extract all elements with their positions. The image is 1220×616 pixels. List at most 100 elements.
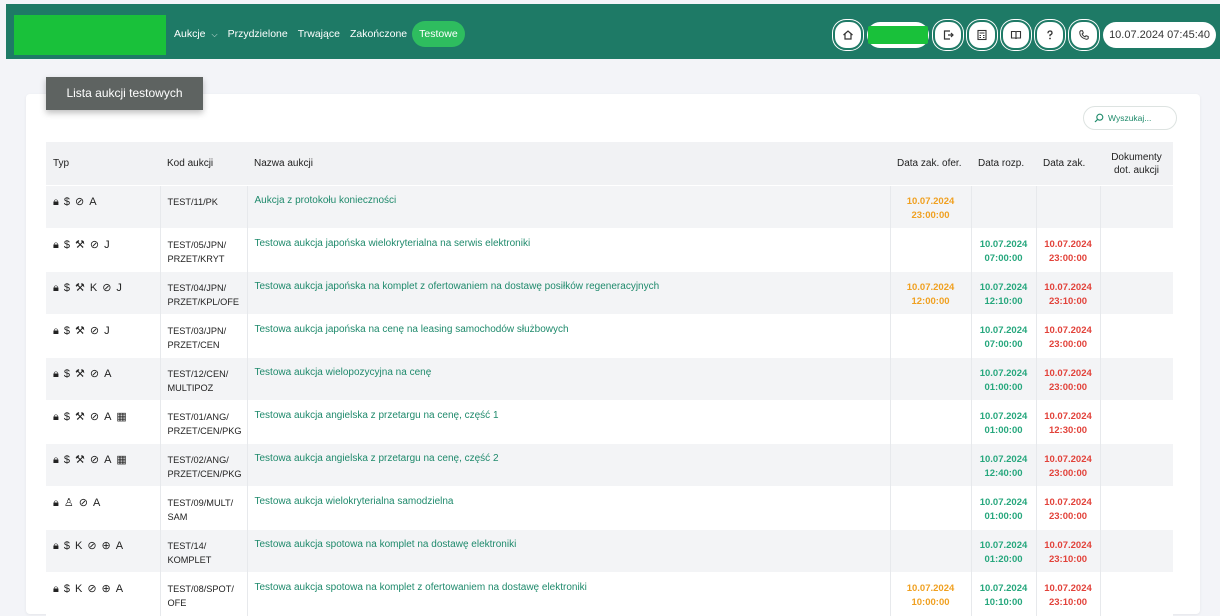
table-row[interactable]: 🔒︎ $ ⚒ ⊘ A ▦ TEST/02/ANG/ PRZET/CEN/PKG Testowa… [46, 443, 1173, 487]
cell-documents [1099, 486, 1173, 530]
home-button[interactable] [833, 20, 864, 50]
dollar-icon: $ [63, 411, 72, 423]
eye-off-icon: ⊘ [78, 497, 90, 509]
table-row[interactable]: 🔒︎ $ ⚒ ⊘ J TEST/05/JPN/ PRZET/KRYT Testowa auk… [46, 228, 1173, 272]
letter-a-icon: A [92, 497, 103, 509]
nav-zakonczone[interactable]: Zakończone [345, 21, 412, 47]
cell-end: 10.07.2024 23:00:00 [1035, 486, 1100, 530]
auction-name-link[interactable]: Testowa aukcja angielska z przetargu na … [255, 453, 499, 464]
cell-name: Testowa aukcja spotowa na komplet z ofer… [246, 572, 890, 616]
cell-documents [1099, 314, 1173, 358]
phone-button[interactable] [1069, 20, 1100, 50]
dollar-icon: $ [63, 368, 72, 380]
auction-code: TEST/09/MULT/ SAM [167, 498, 234, 522]
nav-trwajace[interactable]: Trwające [293, 21, 345, 47]
cell-type: 🔒︎ $ K ⊘ ⊕ A [46, 572, 160, 616]
cell-start-value: 10.07.2024 12:40:00 [979, 454, 1028, 479]
cell-code: TEST/09/MULT/ SAM [159, 486, 247, 530]
type-icons: 🔒︎ $ K ⊘ ⊕ A [53, 539, 153, 553]
cell-end-value: 10.07.2024 23:10:00 [1044, 282, 1092, 307]
nav-aukcje[interactable]: Aukcje ⌵ [169, 21, 223, 47]
auction-name-link[interactable]: Testowa aukcja japońska wielokryterialna… [255, 238, 531, 249]
cell-type: 🔒︎ $ ⚒ ⊘ A ▦ [46, 400, 160, 444]
search-placeholder: Wyszukaj... [1108, 113, 1152, 123]
cell-documents [1099, 357, 1173, 401]
col-header-type[interactable]: Typ [46, 142, 160, 186]
cell-end: 10.07.2024 23:00:00 [1035, 228, 1100, 272]
col-header-end[interactable]: Data zak. [1036, 142, 1100, 186]
cell-offer-end: 10.07.2024 23:00:00 [889, 185, 971, 229]
auction-code: TEST/12/CEN/ MULTIPOZ [167, 369, 229, 393]
auction-name-link[interactable]: Testowa aukcja spotowa na komplet z ofer… [255, 582, 587, 593]
cell-offer-end [889, 400, 971, 444]
letter-a-icon: A [115, 540, 126, 552]
auction-name-link[interactable]: Testowa aukcja wielopozycyjna na cenę [255, 367, 432, 378]
dollar-icon: $ [63, 540, 72, 552]
auction-code: TEST/02/ANG/ PRZET/CEN/PKG [167, 455, 242, 479]
col-header-name[interactable]: Nazwa aukcji [247, 142, 890, 186]
auction-code: TEST/03/JPN/ PRZET/CEN [167, 326, 227, 350]
table-row[interactable]: 🔒︎ $ K ⊘ ⊕ A TEST/08/SPOT/ OFE Testowa aukcja s… [46, 572, 1173, 616]
nav-przydzielone[interactable]: Przydzielone [223, 21, 293, 47]
lock-icon: 🔒︎ [53, 540, 61, 552]
search-input[interactable]: Wyszukaj... [1083, 106, 1177, 130]
cell-start: 10.07.2024 10:10:00 [970, 572, 1036, 616]
letter-j-icon: J [104, 239, 112, 251]
eye-off-icon: ⊘ [89, 411, 102, 423]
manual-button[interactable] [1001, 20, 1032, 50]
table-row[interactable]: 🔒︎ $ ⚒ ⊘ J TEST/03/JPN/ PRZET/CEN Testowa aukc… [46, 314, 1173, 358]
cell-documents [1099, 529, 1173, 573]
auction-name-link[interactable]: Testowa aukcja spotowa na komplet na dos… [255, 539, 517, 550]
cell-start: 10.07.2024 12:40:00 [970, 443, 1036, 487]
table-row[interactable]: 🔒︎ $ ⊘ A TEST/11/PK Aukcja z protokołu koniec… [46, 185, 1173, 229]
cell-code: TEST/03/JPN/ PRZET/CEN [159, 314, 247, 358]
type-icons: 🔒︎ $ ⊘ A [53, 195, 153, 209]
cell-start-value: 10.07.2024 12:10:00 [979, 282, 1028, 307]
cell-start-value: 10.07.2024 01:20:00 [979, 540, 1028, 565]
auction-name-link[interactable]: Aukcja z protokołu konieczności [255, 195, 397, 206]
letter-a-icon: A [89, 196, 99, 208]
type-icons: 🔒︎ $ ⚒ ⊘ J [53, 324, 153, 338]
table-row[interactable]: 🔒︎ ♙ ⊘ A TEST/09/MULT/ SAM Testowa aukcja wie… [46, 486, 1173, 530]
cell-code: TEST/14/ KOMPLET [159, 529, 247, 573]
type-icons: 🔒︎ ♙ ⊘ A [53, 496, 153, 510]
calculator-button[interactable] [967, 20, 998, 50]
current-datetime: 10.07.2024 07:45:40 [1103, 22, 1216, 48]
logout-button[interactable] [933, 20, 964, 50]
eye-off-icon: ⊘ [87, 583, 99, 595]
cell-name: Testowa aukcja angielska z przetargu na … [246, 443, 890, 487]
package-icon: ▦ [116, 454, 129, 466]
target-icon: ⊕ [101, 540, 113, 552]
auction-name-link[interactable]: Testowa aukcja japońska na cenę na leasi… [255, 324, 569, 335]
table-row[interactable]: 🔒︎ $ ⚒ K ⊘ J TEST/04/JPN/ PRZET/KPL/OFE Testowa… [46, 271, 1173, 315]
letter-a-icon: A [104, 454, 114, 466]
help-button[interactable] [1035, 20, 1066, 50]
table-row[interactable]: 🔒︎ $ ⚒ ⊘ A TEST/12/CEN/ MULTIPOZ Testowa aukcj… [46, 357, 1173, 401]
nav-testowe[interactable]: Testowe [412, 21, 465, 47]
col-header-offer-end[interactable]: Data zak. ofer. [890, 142, 971, 186]
auction-code: TEST/01/ANG/ PRZET/CEN/PKG [167, 412, 242, 436]
cell-name: Testowa aukcja japońska wielokryterialna… [246, 228, 890, 272]
auction-name-link[interactable]: Testowa aukcja wielokryterialna samodzie… [255, 496, 454, 507]
user-menu[interactable] [867, 22, 930, 48]
cell-offer-end-value: 10.07.2024 12:00:00 [906, 282, 955, 307]
col-header-start[interactable]: Data rozp. [971, 142, 1036, 186]
table-row[interactable]: 🔒︎ $ K ⊘ ⊕ A TEST/14/ KOMPLET Testowa aukcja sp… [46, 529, 1173, 573]
cell-offer-end [889, 357, 971, 401]
cell-code: TEST/12/CEN/ MULTIPOZ [159, 357, 247, 401]
top-bar: Aukcje ⌵ Przydzielone Trwające Zakończone… [6, 4, 1220, 59]
lock-icon: 🔒︎ [53, 583, 61, 595]
dollar-icon: $ [63, 325, 72, 337]
table-row[interactable]: 🔒︎ $ ⚒ ⊘ A ▦ TEST/01/ANG/ PRZET/CEN/PKG Testowa… [46, 400, 1173, 444]
cell-code: TEST/08/SPOT/ OFE [159, 572, 247, 616]
auction-name-link[interactable]: Testowa aukcja angielska z przetargu na … [255, 410, 499, 421]
dollar-icon: $ [63, 583, 72, 595]
cell-end: 10.07.2024 23:10:00 [1035, 529, 1100, 573]
logo[interactable] [14, 15, 166, 55]
cell-start: 10.07.2024 01:20:00 [970, 529, 1036, 573]
type-icons: 🔒︎ $ ⚒ K ⊘ J [53, 281, 153, 295]
cell-code: TEST/02/ANG/ PRZET/CEN/PKG [159, 443, 247, 487]
page-title: Lista aukcji testowych [46, 77, 203, 110]
col-header-code[interactable]: Kod aukcji [160, 142, 247, 186]
auction-name-link[interactable]: Testowa aukcja japońska na komplet z ofe… [255, 281, 660, 292]
